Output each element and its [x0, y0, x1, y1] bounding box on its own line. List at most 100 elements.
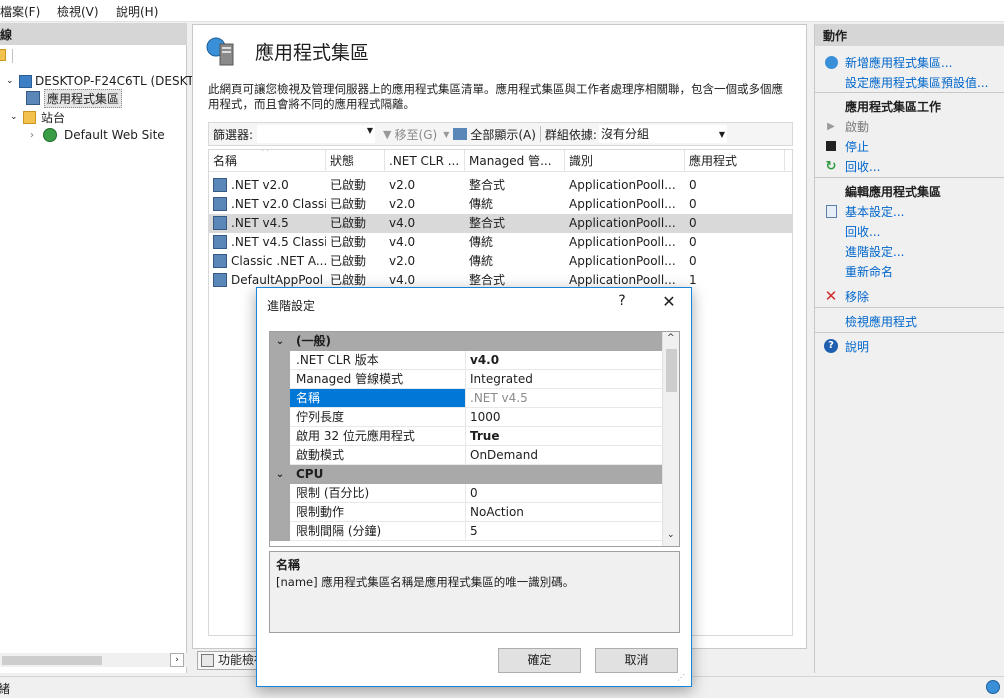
- stop-link[interactable]: 停止: [845, 138, 869, 155]
- table-row[interactable]: .NET v2.0 Classic 已啟動 v2.0 傳統 Applicatio…: [209, 195, 792, 214]
- table-row[interactable]: .NET v2.0 已啟動 v2.0 整合式 ApplicationPooll.…: [209, 176, 792, 195]
- status-text: 就緒: [0, 682, 11, 696]
- cancel-button[interactable]: 取消: [595, 648, 678, 673]
- start-link[interactable]: 啟動: [845, 118, 869, 135]
- property-category-general[interactable]: ⌄ (一般): [270, 332, 662, 351]
- remove-action[interactable]: ✕ 移除: [823, 287, 869, 305]
- tree-item-app-pools[interactable]: 應用程式集區: [26, 88, 123, 108]
- property-value[interactable]: .NET v4.5: [466, 389, 662, 408]
- menu-file[interactable]: 檔案(F): [0, 3, 40, 20]
- tree-item-default-site[interactable]: › Default Web Site: [30, 126, 165, 144]
- cell-status: 已啟動: [330, 235, 367, 249]
- collapse-icon[interactable]: ⌄: [6, 76, 16, 86]
- rename-link[interactable]: 重新命名: [845, 263, 893, 280]
- column-header-identity[interactable]: 識別: [565, 150, 685, 172]
- recycling-link[interactable]: 回收...: [845, 223, 880, 240]
- table-row[interactable]: Classic .NET A... 已啟動 v2.0 傳統 Applicatio…: [209, 252, 792, 271]
- add-app-pool-action[interactable]: 新增應用程式集區...: [823, 53, 952, 71]
- property-row[interactable]: 限制動作 NoAction: [270, 503, 662, 522]
- hscroll-thumb[interactable]: [2, 656, 102, 665]
- menu-view[interactable]: 檢視(V): [57, 3, 99, 20]
- basic-settings-link[interactable]: 基本設定...: [845, 203, 904, 220]
- scroll-up-icon[interactable]: ^: [667, 333, 675, 343]
- column-header-apps[interactable]: 應用程式: [685, 150, 785, 172]
- set-defaults-action[interactable]: 設定應用程式集區預設值...: [823, 73, 988, 91]
- app-pool-icon: [213, 178, 227, 192]
- property-row[interactable]: 啟用 32 位元應用程式 True: [270, 427, 662, 446]
- tree-label-sites: 站台: [41, 110, 66, 125]
- property-value[interactable]: NoAction: [466, 503, 662, 522]
- collapse-icon[interactable]: ⌄: [274, 336, 286, 348]
- property-value[interactable]: Integrated: [466, 370, 662, 389]
- property-value[interactable]: OnDemand: [466, 446, 662, 465]
- property-row[interactable]: 名稱 .NET v4.5: [270, 389, 662, 408]
- stop-action[interactable]: 停止: [823, 137, 869, 155]
- ok-button[interactable]: 確定: [498, 648, 581, 673]
- column-header-name[interactable]: 名稱 ^: [209, 150, 326, 172]
- property-name: 啟動模式: [290, 446, 466, 465]
- set-defaults-link[interactable]: 設定應用程式集區預設值...: [845, 74, 988, 91]
- app-pool-icon: [213, 254, 227, 268]
- view-apps-action[interactable]: 檢視應用程式: [823, 312, 917, 330]
- connections-hscroll[interactable]: [0, 653, 187, 667]
- group-by-select[interactable]: 沒有分組 ▼: [598, 125, 727, 144]
- sort-up-icon: ^: [261, 150, 270, 158]
- property-value[interactable]: 5: [466, 522, 662, 541]
- help-action[interactable]: ? 說明: [823, 337, 869, 355]
- add-app-pool-link[interactable]: 新增應用程式集區...: [845, 54, 952, 71]
- start-action[interactable]: ▶ 啟動: [823, 117, 869, 135]
- property-value[interactable]: 1000: [466, 408, 662, 427]
- property-row[interactable]: Managed 管線模式 Integrated: [270, 370, 662, 389]
- nav-arrow-icon[interactable]: ›: [170, 653, 184, 667]
- property-row[interactable]: 限制間隔 (分鐘) 5: [270, 522, 662, 541]
- cell-apps: 0: [689, 197, 697, 211]
- chevron-down-icon[interactable]: ▼: [443, 130, 449, 139]
- cell-pipeline: 傳統: [469, 197, 494, 211]
- recycle-link[interactable]: 回收...: [845, 158, 880, 175]
- scroll-down-icon[interactable]: ⌄: [667, 530, 675, 540]
- go-button[interactable]: 移至(G): [395, 126, 438, 143]
- tab-features-view[interactable]: 功能檢視: [197, 651, 261, 670]
- basic-settings-action[interactable]: 基本設定...: [823, 202, 904, 220]
- menu-help[interactable]: 說明(H): [116, 3, 158, 20]
- resize-grip-icon[interactable]: ⋰: [677, 673, 689, 685]
- tree-item-server[interactable]: ⌄ DESKTOP-F24C6TL (DESKTOP: [6, 72, 211, 90]
- dialog-close-button[interactable]: ✕: [657, 292, 681, 311]
- tree-label-default-site: Default Web Site: [64, 128, 165, 142]
- show-all-button[interactable]: 全部顯示(A): [470, 126, 536, 143]
- remove-link[interactable]: 移除: [845, 288, 869, 305]
- table-row[interactable]: .NET v4.5 已啟動 v4.0 整合式 ApplicationPooll.…: [209, 214, 792, 233]
- property-row[interactable]: 限制 (百分比) 0: [270, 484, 662, 503]
- folder-icon[interactable]: [0, 49, 6, 61]
- advanced-settings-action[interactable]: 進階設定...: [823, 242, 904, 260]
- dialog-help-button[interactable]: ?: [612, 293, 632, 309]
- expand-icon[interactable]: ›: [30, 130, 40, 141]
- chevron-down-icon[interactable]: ▼: [367, 126, 373, 135]
- property-grid-vscroll[interactable]: ^ ⌄: [662, 332, 679, 546]
- table-row[interactable]: .NET v4.5 Classic 已啟動 v4.0 傳統 Applicatio…: [209, 233, 792, 252]
- property-row[interactable]: 佇列長度 1000: [270, 408, 662, 427]
- tree-label-server: DESKTOP-F24C6TL (DESKTOP: [35, 74, 211, 88]
- column-header-pipeline[interactable]: Managed 管...: [465, 150, 565, 172]
- chevron-down-icon[interactable]: ▼: [719, 126, 725, 144]
- property-value[interactable]: True: [466, 427, 662, 446]
- property-value[interactable]: v4.0: [466, 351, 662, 370]
- vscroll-thumb[interactable]: [666, 349, 677, 392]
- collapse-icon[interactable]: ⌄: [274, 469, 286, 481]
- help-link[interactable]: 說明: [845, 338, 869, 355]
- recycling-action[interactable]: 回收...: [823, 222, 880, 240]
- filter-input[interactable]: ▼: [257, 125, 376, 143]
- property-value[interactable]: 0: [466, 484, 662, 503]
- property-row[interactable]: .NET CLR 版本 v4.0: [270, 351, 662, 370]
- collapse-icon[interactable]: ⌄: [10, 112, 20, 122]
- advanced-settings-link[interactable]: 進階設定...: [845, 243, 904, 260]
- recycle-action[interactable]: ↻ 回收...: [823, 157, 881, 175]
- rename-action[interactable]: 重新命名: [823, 262, 893, 280]
- sites-icon: [23, 110, 36, 124]
- column-header-clr[interactable]: .NET CLR ...: [385, 150, 465, 172]
- tree-item-sites[interactable]: ⌄ 站台: [10, 108, 65, 126]
- column-header-status[interactable]: 狀態: [326, 150, 385, 172]
- property-row[interactable]: 啟動模式 OnDemand: [270, 446, 662, 465]
- view-apps-link[interactable]: 檢視應用程式: [845, 313, 917, 330]
- property-category-cpu[interactable]: ⌄ CPU: [270, 465, 662, 484]
